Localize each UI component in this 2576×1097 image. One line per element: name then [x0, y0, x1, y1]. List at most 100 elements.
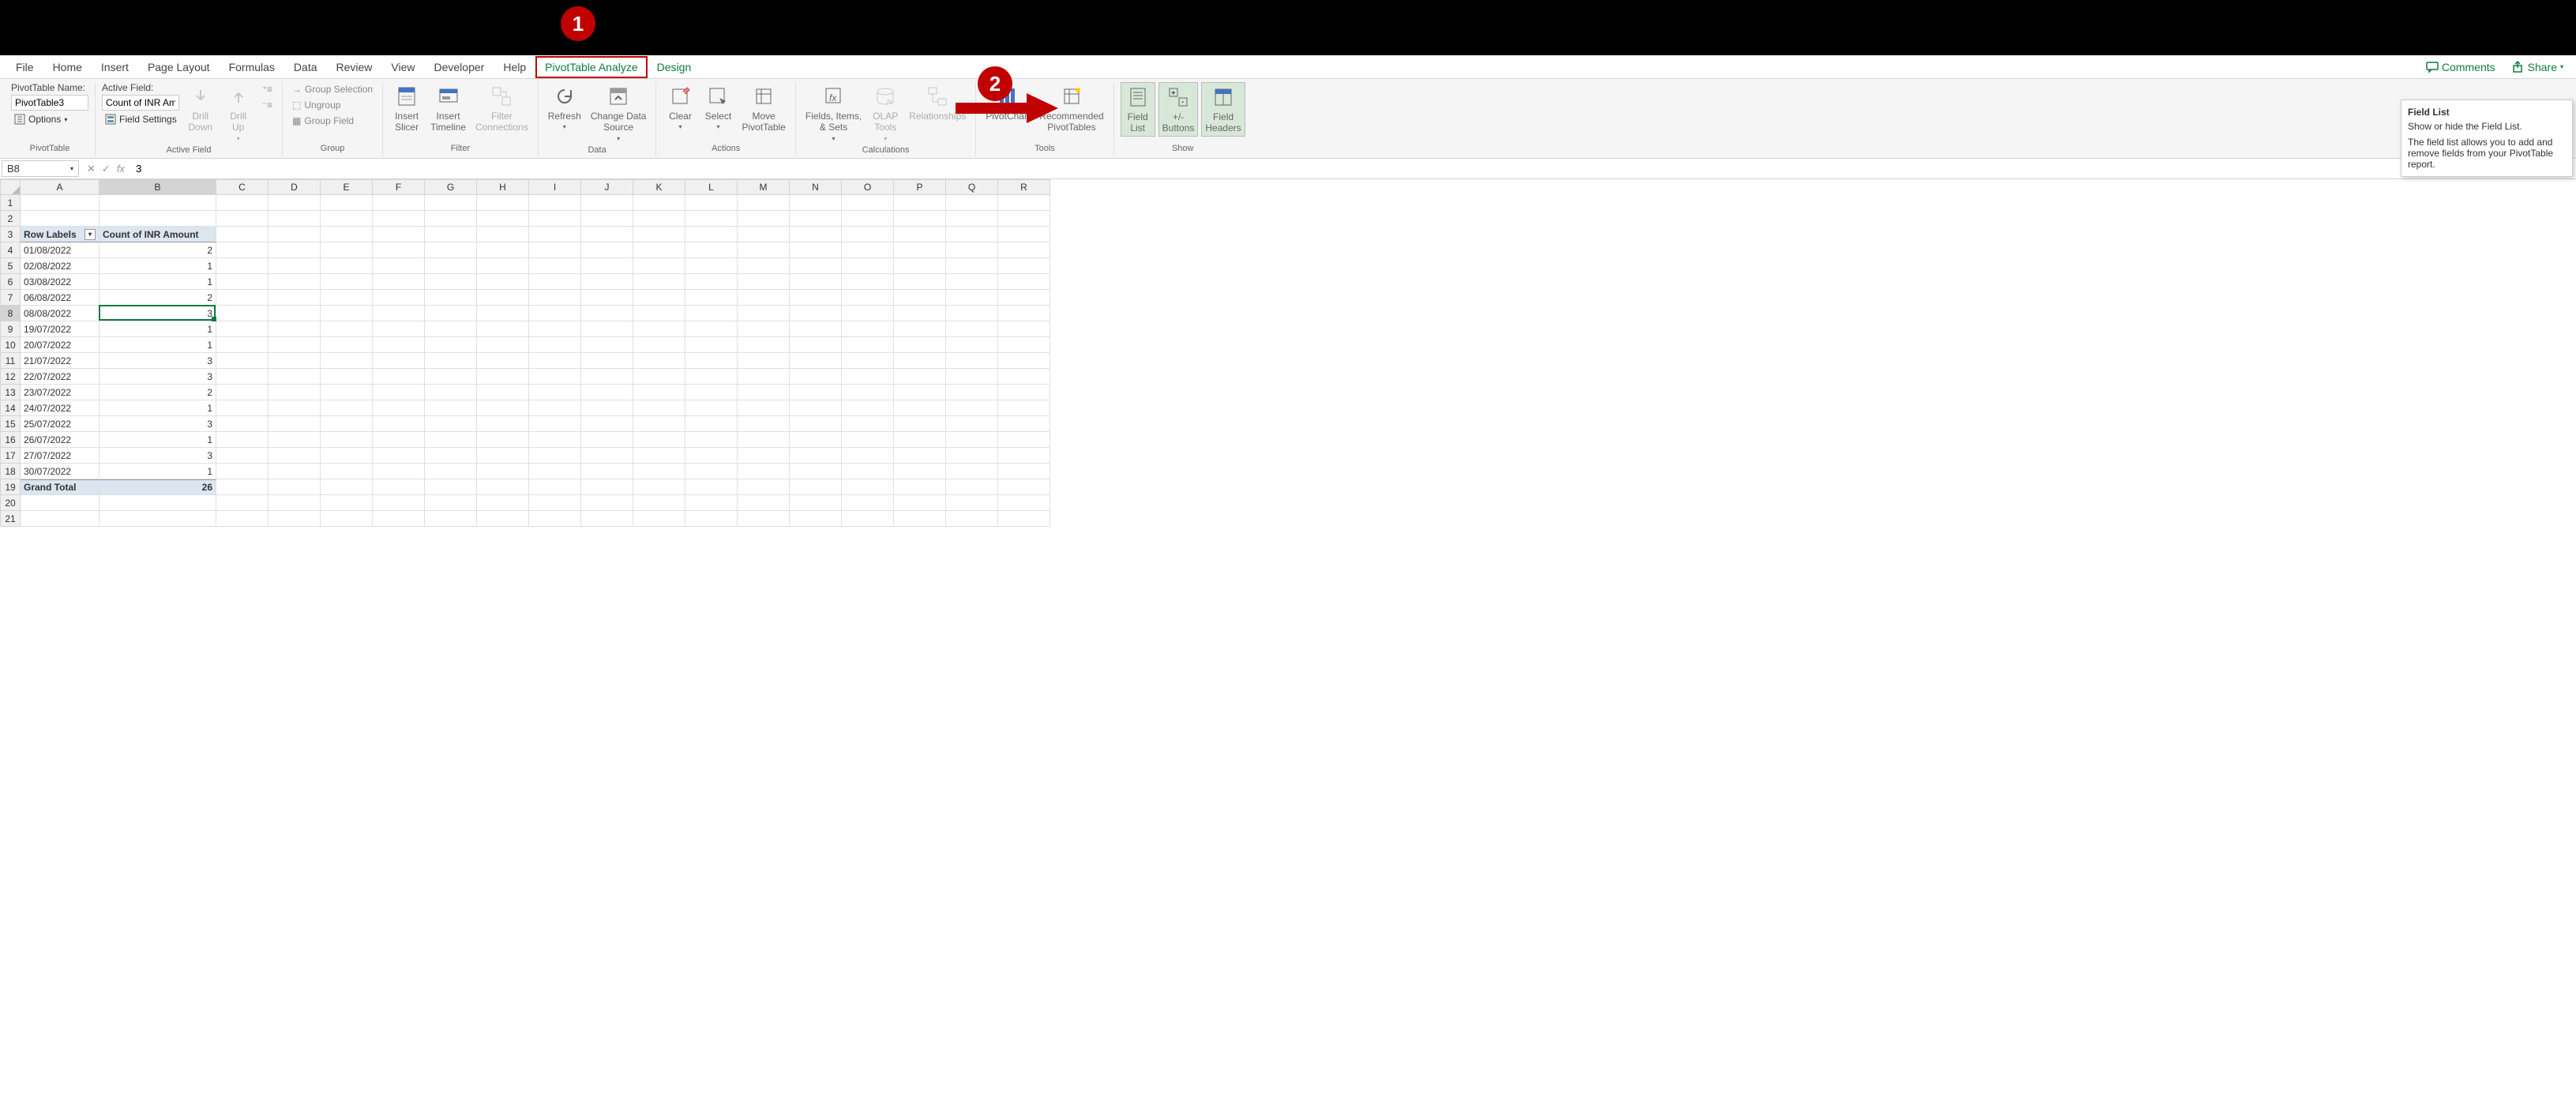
cell[interactable]	[633, 353, 685, 369]
cell[interactable]	[685, 448, 738, 464]
cell[interactable]	[425, 432, 477, 448]
cell[interactable]	[21, 195, 100, 211]
cell[interactable]	[216, 464, 268, 479]
cell[interactable]: 24/07/2022	[21, 400, 100, 416]
cell[interactable]	[268, 464, 321, 479]
cell[interactable]	[268, 479, 321, 495]
cell[interactable]: 23/07/2022	[21, 385, 100, 400]
cell[interactable]	[477, 464, 529, 479]
cell[interactable]	[268, 432, 321, 448]
cell[interactable]	[790, 195, 842, 211]
field-list-button[interactable]: Field List	[1121, 82, 1155, 137]
cell[interactable]: 1	[100, 337, 216, 353]
cell[interactable]: Count of INR Amount	[100, 227, 216, 242]
cell[interactable]	[685, 432, 738, 448]
cell[interactable]	[477, 306, 529, 321]
cell[interactable]	[373, 400, 425, 416]
cell[interactable]	[477, 495, 529, 511]
cell[interactable]	[894, 242, 946, 258]
cancel-icon[interactable]: ✕	[87, 163, 96, 175]
cell[interactable]	[685, 385, 738, 400]
cell[interactable]	[216, 448, 268, 464]
cell[interactable]	[894, 274, 946, 290]
column-header[interactable]: Q	[946, 179, 998, 195]
cell[interactable]	[268, 306, 321, 321]
cell[interactable]	[529, 464, 581, 479]
cell[interactable]	[529, 353, 581, 369]
cell[interactable]	[373, 274, 425, 290]
formula-input[interactable]	[131, 161, 2576, 176]
cell[interactable]: 21/07/2022	[21, 353, 100, 369]
cell[interactable]	[894, 432, 946, 448]
cell[interactable]	[842, 511, 894, 527]
cell[interactable]	[425, 511, 477, 527]
cell[interactable]	[425, 195, 477, 211]
enter-icon[interactable]: ✓	[102, 163, 111, 175]
cell[interactable]	[790, 385, 842, 400]
cell[interactable]	[477, 385, 529, 400]
cell[interactable]	[477, 432, 529, 448]
cell[interactable]	[477, 416, 529, 432]
cell[interactable]	[477, 242, 529, 258]
cell[interactable]	[685, 464, 738, 479]
cell[interactable]	[529, 242, 581, 258]
cell[interactable]	[529, 321, 581, 337]
cell[interactable]	[790, 258, 842, 274]
move-pivottable-button[interactable]: Move PivotTable	[738, 82, 788, 135]
cell[interactable]: 08/08/2022	[21, 306, 100, 321]
cell[interactable]	[529, 479, 581, 495]
cell[interactable]: 3	[100, 448, 216, 464]
cell[interactable]	[946, 290, 998, 306]
cell[interactable]	[633, 321, 685, 337]
row-header[interactable]: 2	[0, 211, 21, 227]
cell[interactable]	[21, 511, 100, 527]
group-field-button[interactable]: ▦ Group Field	[289, 114, 376, 128]
cell[interactable]	[373, 306, 425, 321]
cell[interactable]	[998, 448, 1050, 464]
cell[interactable]	[946, 274, 998, 290]
cell[interactable]	[268, 337, 321, 353]
fx-icon[interactable]: fx	[117, 163, 125, 175]
cell[interactable]	[373, 211, 425, 227]
cell[interactable]	[842, 258, 894, 274]
cell[interactable]	[581, 495, 633, 511]
cell[interactable]	[738, 479, 790, 495]
cell[interactable]	[529, 511, 581, 527]
cell[interactable]	[790, 400, 842, 416]
row-header[interactable]: 18	[0, 464, 21, 479]
cell[interactable]	[946, 479, 998, 495]
cell[interactable]	[998, 479, 1050, 495]
cell[interactable]	[685, 400, 738, 416]
cell[interactable]	[373, 479, 425, 495]
cell[interactable]	[268, 321, 321, 337]
tab-data[interactable]: Data	[284, 56, 327, 78]
name-box[interactable]: B8 ▾	[2, 160, 79, 177]
cell[interactable]	[894, 258, 946, 274]
cell[interactable]	[216, 479, 268, 495]
cell[interactable]	[477, 274, 529, 290]
cell[interactable]	[946, 258, 998, 274]
cell[interactable]	[738, 385, 790, 400]
row-header[interactable]: 16	[0, 432, 21, 448]
cell[interactable]	[946, 464, 998, 479]
cell[interactable]: 3	[100, 369, 216, 385]
cell[interactable]	[373, 258, 425, 274]
cell[interactable]	[738, 400, 790, 416]
cell[interactable]	[373, 353, 425, 369]
row-header[interactable]: 8	[0, 306, 21, 321]
cell[interactable]	[268, 274, 321, 290]
cell[interactable]	[685, 369, 738, 385]
column-header[interactable]: R	[998, 179, 1050, 195]
cell[interactable]	[529, 448, 581, 464]
cell[interactable]	[373, 432, 425, 448]
cell[interactable]	[373, 448, 425, 464]
cell[interactable]	[738, 306, 790, 321]
cell[interactable]	[581, 369, 633, 385]
cell[interactable]	[373, 321, 425, 337]
field-headers-button[interactable]: Field Headers	[1201, 82, 1245, 137]
cell[interactable]	[321, 479, 373, 495]
expand-field-button[interactable]: ⁺≡	[259, 82, 276, 96]
column-header[interactable]: M	[738, 179, 790, 195]
cell[interactable]	[581, 479, 633, 495]
cell[interactable]	[321, 274, 373, 290]
